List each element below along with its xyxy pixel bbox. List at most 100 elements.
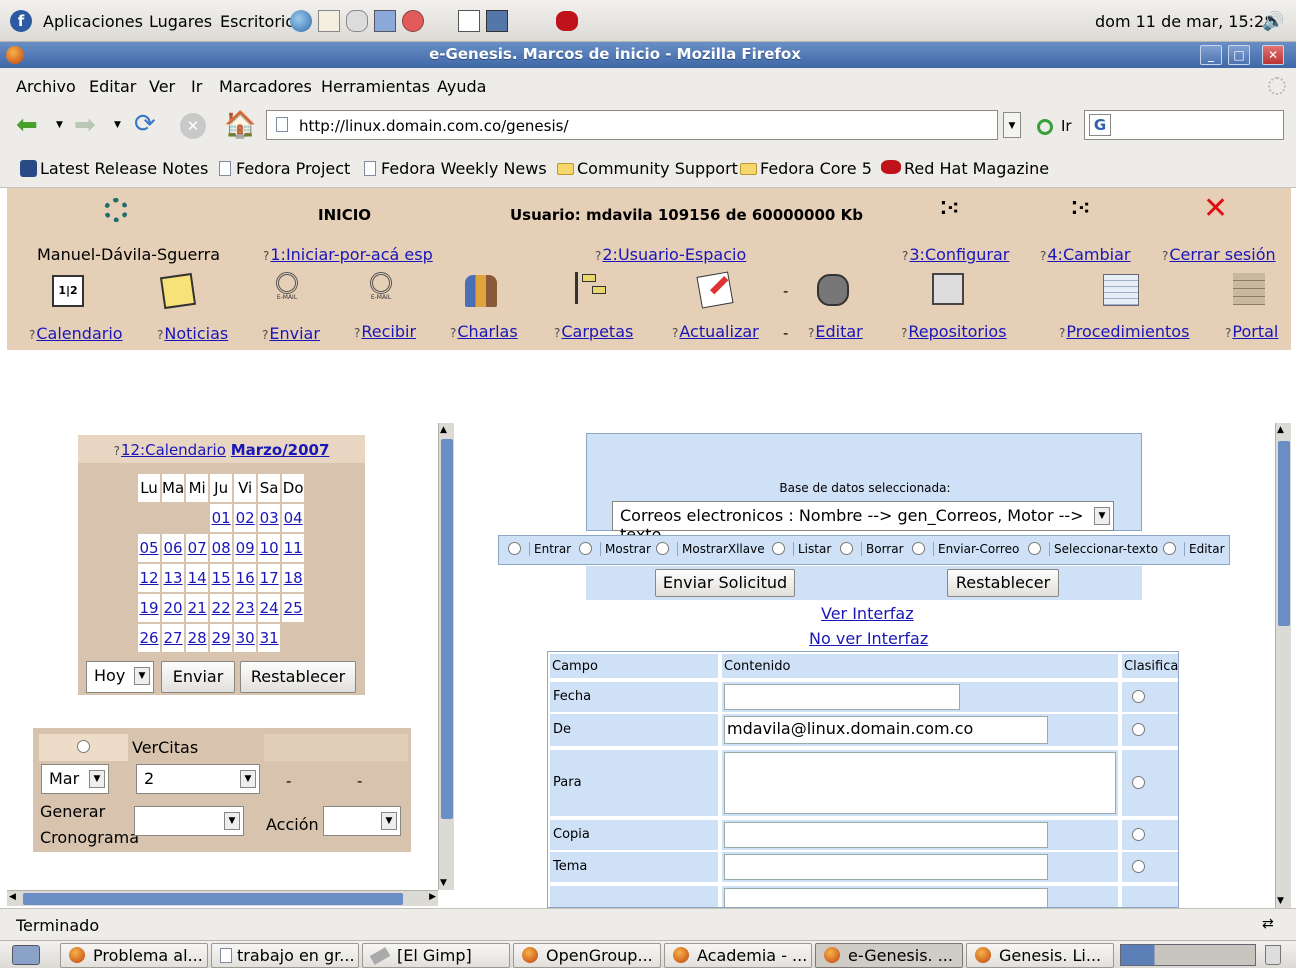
calendar-day[interactable]: 05 xyxy=(138,534,160,562)
bookmark-fedora-weekly-news[interactable]: Fedora Weekly News xyxy=(364,159,547,178)
url-dropdown-icon[interactable]: ▼ xyxy=(1003,112,1021,138)
calendar-day[interactable]: 15 xyxy=(210,564,233,592)
dots-icon[interactable]: ⁚⁖ xyxy=(940,198,959,219)
close-button[interactable]: ✕ xyxy=(1262,45,1284,65)
db-option-mostrar[interactable]: Mostrar xyxy=(579,542,651,556)
launcher-icons[interactable] xyxy=(290,10,520,32)
calendar-day[interactable]: 20 xyxy=(162,594,185,622)
calendar-day[interactable]: 03 xyxy=(258,504,281,532)
db-option-borrar[interactable]: Borrar xyxy=(840,542,904,556)
tool-noticias[interactable]: ?Noticias xyxy=(157,324,228,343)
left-frame-vscroll-thumb[interactable] xyxy=(441,439,453,819)
left-frame-hscroll-thumb[interactable] xyxy=(23,893,403,905)
tool-repositorios[interactable]: ?Repositorios xyxy=(901,322,1007,341)
menu-archivo[interactable]: Archivo xyxy=(16,77,76,96)
calendar-day[interactable]: 17 xyxy=(258,564,281,592)
task-academia[interactable]: Academia - ... xyxy=(664,943,812,968)
tool-enviar[interactable]: ?Enviar xyxy=(262,324,320,343)
tool-recibir[interactable]: ?Recibir xyxy=(354,322,416,341)
left-frame-hscrollbar[interactable]: ◀ ▶ xyxy=(7,890,438,906)
calendar-day[interactable]: 14 xyxy=(186,564,209,592)
calendar-day[interactable]: 25 xyxy=(282,594,305,622)
clasificar-radio[interactable] xyxy=(1132,690,1145,703)
calendar-restablecer-button[interactable]: Restablecer xyxy=(240,661,356,693)
calendar-day[interactable]: 31 xyxy=(258,624,281,652)
calendar-day[interactable]: 11 xyxy=(282,534,305,562)
link-iniciar[interactable]: ?1:Iniciar-por-acá esp xyxy=(263,245,433,264)
task-problema[interactable]: Problema al... xyxy=(60,943,208,968)
screen-icon[interactable] xyxy=(486,10,508,32)
globe-icon[interactable] xyxy=(290,10,312,32)
calendar-day[interactable]: 04 xyxy=(282,504,305,532)
db-option-mostrarxllave[interactable]: MostrarXllave xyxy=(656,542,765,556)
close-x-icon[interactable]: ✕ xyxy=(1203,192,1228,226)
calendar-day[interactable]: 10 xyxy=(258,534,281,562)
clasificar-radio[interactable] xyxy=(1132,776,1145,789)
calendar-month-link[interactable]: Marzo xyxy=(231,441,282,459)
calendar-year-link[interactable]: /2007 xyxy=(282,441,329,459)
radio-button[interactable] xyxy=(1028,542,1041,555)
calendar-day[interactable]: 12 xyxy=(138,564,160,592)
chat-people-icon[interactable] xyxy=(465,275,497,307)
db-option-editar[interactable]: Editar xyxy=(1163,542,1225,556)
menu-ir[interactable]: Ir xyxy=(191,77,202,96)
calendar-day[interactable]: 30 xyxy=(234,624,257,652)
task-genesis[interactable]: Genesis. Li... xyxy=(966,943,1114,968)
calendar-day[interactable]: 18 xyxy=(282,564,305,592)
cronograma-select[interactable]: ▼ xyxy=(134,806,244,836)
task-gimp[interactable]: [El Gimp] xyxy=(362,943,510,968)
portal-wall-icon[interactable] xyxy=(1233,273,1265,305)
notes-icon[interactable] xyxy=(159,272,197,310)
stop-icon[interactable]: ✕ xyxy=(180,113,206,139)
search-input[interactable]: G xyxy=(1084,110,1284,140)
tool-editar[interactable]: ?Editar xyxy=(808,322,863,341)
bookmark-fedora-core-5[interactable]: Fedora Core 5 xyxy=(740,159,872,178)
db-option-seleccionar-texto[interactable]: Seleccionar-texto xyxy=(1028,542,1159,556)
maximize-button[interactable]: □ xyxy=(1228,45,1250,65)
form-field-input[interactable] xyxy=(724,684,960,710)
calendar-day[interactable]: 29 xyxy=(210,624,233,652)
bookmark-fedora-project[interactable]: Fedora Project xyxy=(219,159,350,178)
db-restablecer-button[interactable]: Restablecer xyxy=(947,569,1059,597)
tool-portal[interactable]: ?Portal xyxy=(1225,322,1278,341)
workspace-switcher[interactable] xyxy=(1120,944,1256,966)
menu-lugares[interactable]: Lugares xyxy=(149,12,212,31)
forward-icon[interactable]: ➡ xyxy=(74,112,96,138)
fedora-icon[interactable]: f xyxy=(10,10,32,32)
tool-calendario[interactable]: ?Calendario xyxy=(29,324,123,343)
left-frame-vscrollbar[interactable]: ▲ ▼ xyxy=(438,423,454,890)
day-select[interactable]: 2 ▼ xyxy=(136,764,260,794)
home-icon[interactable]: 🏠 xyxy=(224,110,256,140)
db-option-enviar-correo[interactable]: Enviar-Correo xyxy=(912,542,1020,556)
radio-button[interactable] xyxy=(579,542,592,555)
back-icon[interactable]: ⬅ xyxy=(16,112,38,138)
form-field-input[interactable]: mdavila@linux.domain.com.co xyxy=(724,716,1048,744)
clasificar-radio[interactable] xyxy=(1132,723,1145,736)
scroll-up-icon[interactable]: ▲ xyxy=(440,425,447,435)
dots-icon[interactable]: ⁚⁖ xyxy=(1071,198,1090,219)
scroll-right-icon[interactable]: ▶ xyxy=(429,892,436,902)
calendar-day[interactable]: 13 xyxy=(162,564,185,592)
link-configurar[interactable]: ?3:Configurar xyxy=(902,245,1009,264)
tool-actualizar[interactable]: ?Actualizar xyxy=(672,322,759,341)
tool-charlas[interactable]: ?Charlas xyxy=(450,322,518,341)
clasificar-radio[interactable] xyxy=(1132,828,1145,841)
link-cerrar-sesion[interactable]: ?Cerrar sesión xyxy=(1162,245,1276,264)
radio-button[interactable] xyxy=(508,542,521,555)
calendar-day[interactable]: 27 xyxy=(162,624,185,652)
link-cambiar[interactable]: ?4:Cambiar xyxy=(1040,245,1131,264)
clock[interactable]: dom 11 de mar, 15:28 xyxy=(1095,12,1274,31)
calendar-title-link[interactable]: 12:Calendario xyxy=(121,441,226,459)
calendar-day[interactable]: 07 xyxy=(186,534,209,562)
month-select[interactable]: Mar ▼ xyxy=(41,764,109,794)
back-dropdown-icon[interactable]: ▼ xyxy=(56,120,63,130)
calendar-day[interactable]: 21 xyxy=(186,594,209,622)
calendar-day[interactable]: 24 xyxy=(258,594,281,622)
tool-procedimientos[interactable]: ?Procedimientos xyxy=(1059,322,1189,341)
calendar-day[interactable]: 02 xyxy=(234,504,257,532)
trash-icon[interactable] xyxy=(1265,945,1281,965)
clasificar-radio[interactable] xyxy=(1132,860,1145,873)
bookmark-latest-release-notes[interactable]: Latest Release Notes xyxy=(20,159,208,178)
scroll-up-icon[interactable]: ▲ xyxy=(1277,425,1284,435)
menu-aplicaciones[interactable]: Aplicaciones xyxy=(43,12,143,31)
